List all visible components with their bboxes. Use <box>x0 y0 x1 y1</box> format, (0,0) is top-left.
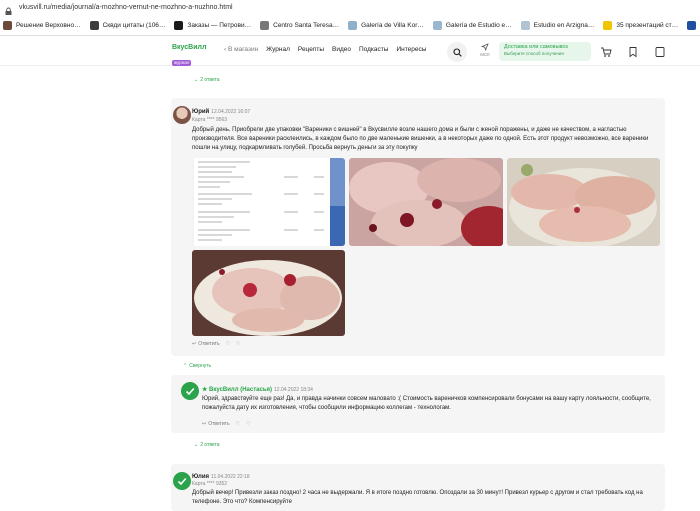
search-icon <box>452 47 462 57</box>
comment-author: ★ ВкусВилл (Настасья) 12.04.2022 18:34 <box>202 387 313 393</box>
nav-item-journal[interactable]: Журнал <box>266 46 290 53</box>
comment-text: Добрый день. Приобрели две упаковки "Вар… <box>192 127 649 151</box>
bookmark-label: Galería de Estudio e… <box>445 21 512 29</box>
bookmark-favicon-icon <box>3 20 12 30</box>
bookmark-label: 35 презентаций ст… <box>616 21 679 29</box>
main-nav: ‹ В магазин Журнал Рецепты Видео Подкаст… <box>224 46 426 53</box>
comment-actions: ↩ Ответить ♡ ♡ <box>192 341 241 347</box>
location-arrow-icon <box>480 43 489 52</box>
avatar <box>173 472 191 490</box>
dislike-icon[interactable]: ♡ <box>246 421 250 427</box>
bookmark-label: Centro Santa Teresa… <box>273 21 340 29</box>
reply-button[interactable]: ↩ Ответить <box>192 341 220 347</box>
location-button[interactable]: МСК <box>477 43 493 57</box>
replies-count: 2 ответа <box>200 77 220 83</box>
bookmark-favicon-icon <box>89 20 99 30</box>
comment-text: Добрый вечер! Привезли заказ поздно! 2 ч… <box>192 490 643 505</box>
comment-card: Юрий 12.04.2022 16:07 Карта **** 9563 Доб… <box>171 98 665 356</box>
dumplings-closeup-photo[interactable] <box>192 250 345 336</box>
comment-date: 12.04.2022 16:07 <box>211 109 251 115</box>
replies-toggle[interactable]: ⌄ 2 ответа <box>194 442 220 448</box>
address-bar[interactable]: vkusvill.ru/media/journal/a-mozhno-vernu… <box>0 0 700 16</box>
chevron-down-icon: ⌄ <box>194 77 199 83</box>
bookmarks-bar: Решение Верховно… Сквди цитаты (106… Заказ… <box>0 15 700 36</box>
site-logo[interactable]: ВкусВилл журнал <box>172 44 208 66</box>
replies-count: 2 ответа <box>200 442 220 448</box>
bookmark-label: Galería de Villa Kor… <box>361 21 424 29</box>
bookmark-item[interactable]: 35 презентаций ст… <box>603 20 679 30</box>
location-label: МСК <box>480 52 490 57</box>
delivery-subtitle: Выберите способ получения <box>504 51 564 56</box>
bookmark-favicon-icon <box>260 20 270 30</box>
comment-date: 12.04.2022 18:34 <box>274 387 313 393</box>
lock-icon <box>4 3 13 16</box>
url-text: vkusvill.ru/media/journal/a-mozhno-vernu… <box>19 4 233 11</box>
nav-back-to-store[interactable]: ‹ В магазин <box>224 46 258 53</box>
delivery-title: Доставка или самовывоз <box>504 44 568 50</box>
chevron-up-icon: ⌃ <box>183 363 188 369</box>
bookmark-item[interactable]: Centro Santa Teresa… <box>260 20 340 30</box>
bookmark-item[interactable]: Решение Верховно… <box>3 20 81 30</box>
dumplings-photo[interactable] <box>349 158 503 246</box>
reply-button[interactable]: ↩ Ответить <box>202 421 230 427</box>
logo-text: ВкусВилл <box>172 44 207 51</box>
dislike-icon[interactable]: ♡ <box>236 341 240 347</box>
comment-author: Юрий 12.04.2022 16:07 <box>192 109 251 115</box>
bookmark-favicon-icon <box>432 20 442 30</box>
profile-icon[interactable] <box>654 45 666 57</box>
bookmark-item[interactable]: Сквди цитаты (106… <box>89 20 166 30</box>
comment-card: Юлия 11.04.2022 22:18 Карта **** 9352 Доб… <box>171 464 665 511</box>
comment-date: 11.04.2022 22:18 <box>211 474 250 480</box>
favorites-icon[interactable] <box>627 45 639 58</box>
site-header: ВкусВилл журнал ‹ В магазин Журнал Рецеп… <box>0 36 700 66</box>
bookmark-label: Сквди цитаты (106… <box>102 21 166 29</box>
dumplings-plate-photo[interactable] <box>507 158 660 246</box>
reply-arrow-icon: ↩ <box>202 421 207 427</box>
comment-author: Юлия 11.04.2022 22:18 <box>192 474 250 480</box>
delivery-selector[interactable]: Доставка или самовывоз Выберите способ п… <box>499 42 591 61</box>
reply-arrow-icon: ↩ <box>192 341 197 347</box>
bookmark-label: Заказы — Петрови… <box>187 21 252 29</box>
bookmark-favicon-icon <box>603 20 613 30</box>
like-icon[interactable]: ♡ <box>236 421 240 427</box>
chevron-down-icon: ⌄ <box>194 442 199 448</box>
bookmark-label: Решение Верховно… <box>16 21 81 29</box>
avatar <box>173 106 191 124</box>
replies-toggle[interactable]: ⌄ 2 ответа <box>194 77 220 83</box>
bookmark-item[interactable]: Заказы — Петрови… <box>174 20 252 30</box>
bookmark-item[interactable]: Цены на чернуш… <box>687 20 700 30</box>
nav-item-video[interactable]: Видео <box>332 46 351 53</box>
nav-item-interests[interactable]: Интересы <box>396 46 426 53</box>
collapse-toggle[interactable]: ⌃ Свернуть <box>183 363 211 369</box>
loyalty-card-number: Карта **** 9352 <box>192 481 228 487</box>
collapse-label: Свернуть <box>189 363 212 369</box>
cart-icon[interactable] <box>600 45 612 57</box>
bookmark-item[interactable]: Galería de Estudio e… <box>432 20 512 30</box>
avatar <box>181 382 199 400</box>
search-button[interactable] <box>447 42 467 62</box>
bookmark-favicon-icon <box>687 20 697 30</box>
bookmark-favicon-icon <box>348 20 358 30</box>
like-icon[interactable]: ♡ <box>226 341 230 347</box>
logo-badge: журнал <box>172 60 192 66</box>
comment-actions: ↩ Ответить ♡ ♡ <box>202 421 251 427</box>
nav-item-recipes[interactable]: Рецепты <box>298 46 324 53</box>
receipt-photo[interactable] <box>192 158 345 246</box>
bookmark-item[interactable]: Galería de Villa Kor… <box>348 20 424 30</box>
comment-card: ★ ВкусВилл (Настасья) 12.04.2022 18:34 Юр… <box>171 375 665 433</box>
loyalty-card-number: Карта **** 9563 <box>192 117 228 123</box>
nav-item-podcasts[interactable]: Подкасты <box>359 46 388 53</box>
bookmark-item[interactable]: Estudio en Arzigna… <box>520 20 595 30</box>
bookmark-label: Estudio en Arzigna… <box>533 21 595 29</box>
bookmark-favicon-icon <box>520 20 530 30</box>
comment-text: Юрий, здравствуйте еще раз! Да, и правда… <box>202 396 651 411</box>
bookmark-favicon-icon <box>174 20 184 30</box>
